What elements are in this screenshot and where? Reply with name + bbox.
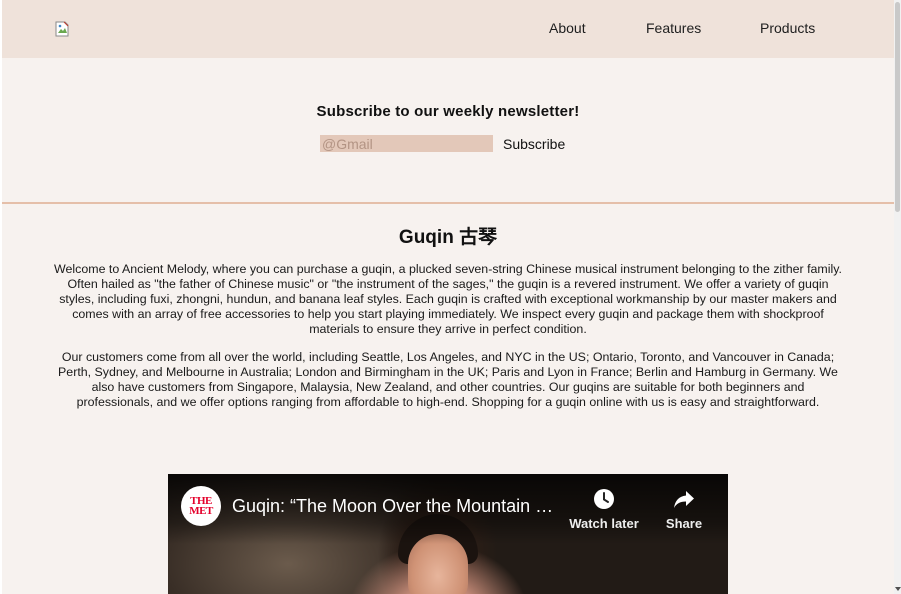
nav-link-products[interactable]: Products bbox=[760, 20, 815, 36]
video-title[interactable]: Guqin: “The Moon Over the Mountain Gate” bbox=[232, 496, 562, 517]
nav-link-about[interactable]: About bbox=[549, 20, 586, 36]
scrollbar-thumb[interactable] bbox=[895, 2, 900, 212]
subscribe-button[interactable]: Subscribe bbox=[503, 135, 565, 152]
section-divider bbox=[2, 202, 894, 204]
video-embed[interactable]: THE MET Guqin: “The Moon Over the Mounta… bbox=[168, 474, 728, 594]
scroll-down-arrow-icon[interactable] bbox=[895, 587, 901, 591]
channel-avatar[interactable]: THE MET bbox=[181, 486, 221, 526]
customers-paragraph: Our customers come from all over the wor… bbox=[58, 350, 838, 409]
share-arrow-icon bbox=[673, 488, 695, 510]
clock-icon bbox=[593, 488, 615, 510]
share-label: Share bbox=[665, 516, 703, 531]
broken-image-icon[interactable] bbox=[55, 21, 71, 37]
watch-later-button[interactable]: Watch later bbox=[564, 488, 644, 531]
email-input[interactable] bbox=[320, 135, 493, 152]
newsletter-title: Subscribe to our weekly newsletter! bbox=[316, 103, 580, 120]
share-button[interactable]: Share bbox=[644, 488, 724, 531]
vertical-scrollbar[interactable] bbox=[894, 0, 901, 594]
watch-later-label: Watch later bbox=[569, 516, 639, 531]
section-title: Guqin 古琴 bbox=[398, 227, 498, 248]
nav-link-features[interactable]: Features bbox=[646, 20, 701, 36]
intro-paragraph: Welcome to Ancient Melody, where you can… bbox=[54, 262, 842, 336]
channel-logo-line2: MET bbox=[189, 505, 213, 517]
page: About Features Products Subscribe to our… bbox=[2, 0, 894, 594]
navbar: About Features Products bbox=[2, 0, 894, 58]
